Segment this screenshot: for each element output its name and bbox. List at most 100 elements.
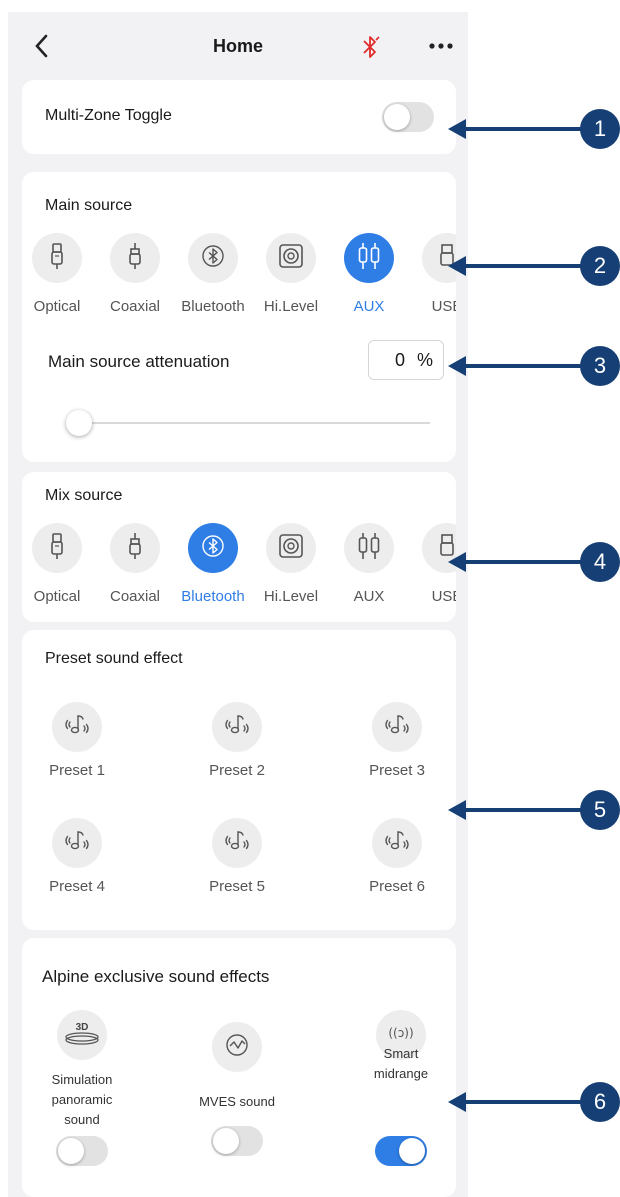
callout-6: 6 (448, 1082, 620, 1122)
main-source-coaxial-button[interactable]: Coaxial (96, 233, 174, 315)
callout-line (462, 1100, 584, 1104)
source-icon-circle (188, 233, 238, 283)
source-label: USB (431, 588, 456, 605)
effect-icon-circle (212, 1022, 262, 1072)
callout-line (462, 560, 584, 564)
bluetooth-icon (202, 534, 224, 563)
arrow-left-icon (448, 800, 466, 820)
arrow-left-icon (448, 256, 466, 276)
effect-label: Simulation panoramic sound (22, 1070, 142, 1130)
source-label: USB (431, 298, 456, 315)
mix-source-hi-level-button[interactable]: Hi.Level (252, 523, 330, 605)
preset-icon-circle (372, 818, 422, 868)
mix-source-aux-button[interactable]: AUX (330, 523, 408, 605)
callout-number: 3 (580, 346, 620, 386)
main-source-aux-button[interactable]: AUX (330, 233, 408, 315)
preset-icon-circle (372, 702, 422, 752)
3d-sound-icon: 3D (62, 1018, 102, 1053)
multizone-toggle[interactable] (382, 102, 434, 132)
preset-1-button[interactable]: Preset 1 (32, 702, 122, 779)
alpine-title: Alpine exclusive sound effects (42, 967, 270, 986)
effect-toggle[interactable] (56, 1136, 108, 1166)
source-icon-circle (188, 523, 238, 573)
source-label: Optical (33, 588, 81, 605)
preset-icon-circle (212, 818, 262, 868)
callout-number: 5 (580, 790, 620, 830)
attenuation-input[interactable]: 0 % (368, 340, 444, 380)
main-source-hi-level-button[interactable]: Hi.Level (252, 233, 330, 315)
attenuation-slider[interactable] (66, 408, 430, 438)
app-screen: Home Multi-Zone Toggle Main source Optic… (8, 12, 468, 1197)
source-label: Coaxial (109, 588, 161, 605)
mix-source-card: Mix source Optical Coaxial Bluetooth Hi.Lev… (22, 472, 456, 622)
preset-label: Preset 5 (209, 878, 265, 895)
source-label: Optical (33, 298, 81, 315)
bluetooth-off-icon (363, 36, 380, 58)
music-note-icon (223, 828, 251, 859)
mves-wave-icon (224, 1032, 250, 1063)
effect-label: Smart midrange (341, 1044, 461, 1084)
more-dots-icon[interactable] (428, 34, 454, 58)
multizone-card: Multi-Zone Toggle (22, 80, 456, 154)
alpine-effect-1: 3D (22, 1010, 142, 1060)
preset-5-button[interactable]: Preset 5 (192, 818, 282, 895)
page-title: Home (212, 36, 263, 56)
music-note-icon (383, 828, 411, 859)
preset-card: Preset sound effect Preset 1 Preset 2 Pres… (22, 630, 456, 930)
main-source-list: Optical Coaxial Bluetooth Hi.Level AUX USB (22, 233, 456, 323)
effect-label-line: Smart (383, 1046, 419, 1061)
multizone-label: Multi-Zone Toggle (45, 107, 172, 124)
coaxial-icon (127, 242, 143, 275)
mix-source-bluetooth-button[interactable]: Bluetooth (174, 523, 252, 605)
effect-icon-circle: 3D (57, 1010, 107, 1060)
alpine-card: Alpine exclusive sound effects 3D Simulat… (22, 938, 456, 1197)
callout-number: 6 (580, 1082, 620, 1122)
source-icon-circle (344, 233, 394, 283)
attenuation-value: 0 (394, 349, 405, 370)
callout-number: 1 (580, 109, 620, 149)
source-icon-circle (266, 523, 316, 573)
effect-toggle[interactable] (211, 1126, 263, 1156)
callout-number: 2 (580, 246, 620, 286)
aux-icon (357, 532, 381, 565)
arrow-left-icon (448, 552, 466, 572)
effect-toggle[interactable] (375, 1136, 427, 1166)
callout-1: 1 (448, 109, 620, 149)
main-source-optical-button[interactable]: Optical (22, 233, 96, 315)
callout-2: 2 (448, 246, 620, 286)
slider-thumb[interactable] (66, 410, 92, 436)
attenuation-unit: % (416, 349, 433, 370)
arrow-left-icon (448, 1092, 466, 1112)
callout-line (462, 364, 584, 368)
source-icon-circle (32, 523, 82, 573)
mix-source-coaxial-button[interactable]: Coaxial (96, 523, 174, 605)
main-source-card: Main source Optical Coaxial Bluetooth Hi.Le… (22, 172, 456, 462)
preset-2-button[interactable]: Preset 2 (192, 702, 282, 779)
main-source-title: Main source (45, 197, 133, 214)
callout-line (462, 127, 584, 131)
toggle-knob (58, 1138, 84, 1164)
header-bar: Home (8, 12, 468, 78)
speaker-icon (278, 243, 304, 274)
music-note-icon (223, 712, 251, 743)
preset-4-button[interactable]: Preset 4 (32, 818, 122, 895)
bluetooth-icon (202, 244, 224, 273)
callout-3: 3 (448, 346, 620, 386)
preset-icon-circle (52, 818, 102, 868)
source-icon-circle (344, 523, 394, 573)
preset-title: Preset sound effect (45, 650, 183, 667)
mix-source-optical-button[interactable]: Optical (22, 523, 96, 605)
source-label: Bluetooth (181, 588, 245, 605)
preset-6-button[interactable]: Preset 6 (352, 818, 442, 895)
preset-3-button[interactable]: Preset 3 (352, 702, 442, 779)
mix-source-list: Optical Coaxial Bluetooth Hi.Level AUX USB (22, 523, 456, 613)
arrow-left-icon (448, 119, 466, 139)
effect-label-line: MVES sound (199, 1094, 275, 1109)
source-icon-circle (32, 233, 82, 283)
main-source-bluetooth-button[interactable]: Bluetooth (174, 233, 252, 315)
icon-text: ((ɔ)) (388, 1026, 413, 1040)
preset-icon-circle (212, 702, 262, 752)
arrow-left-icon (448, 356, 466, 376)
effect-label-line: panoramic (51, 1092, 113, 1107)
icon-text: 3D (76, 1022, 89, 1033)
